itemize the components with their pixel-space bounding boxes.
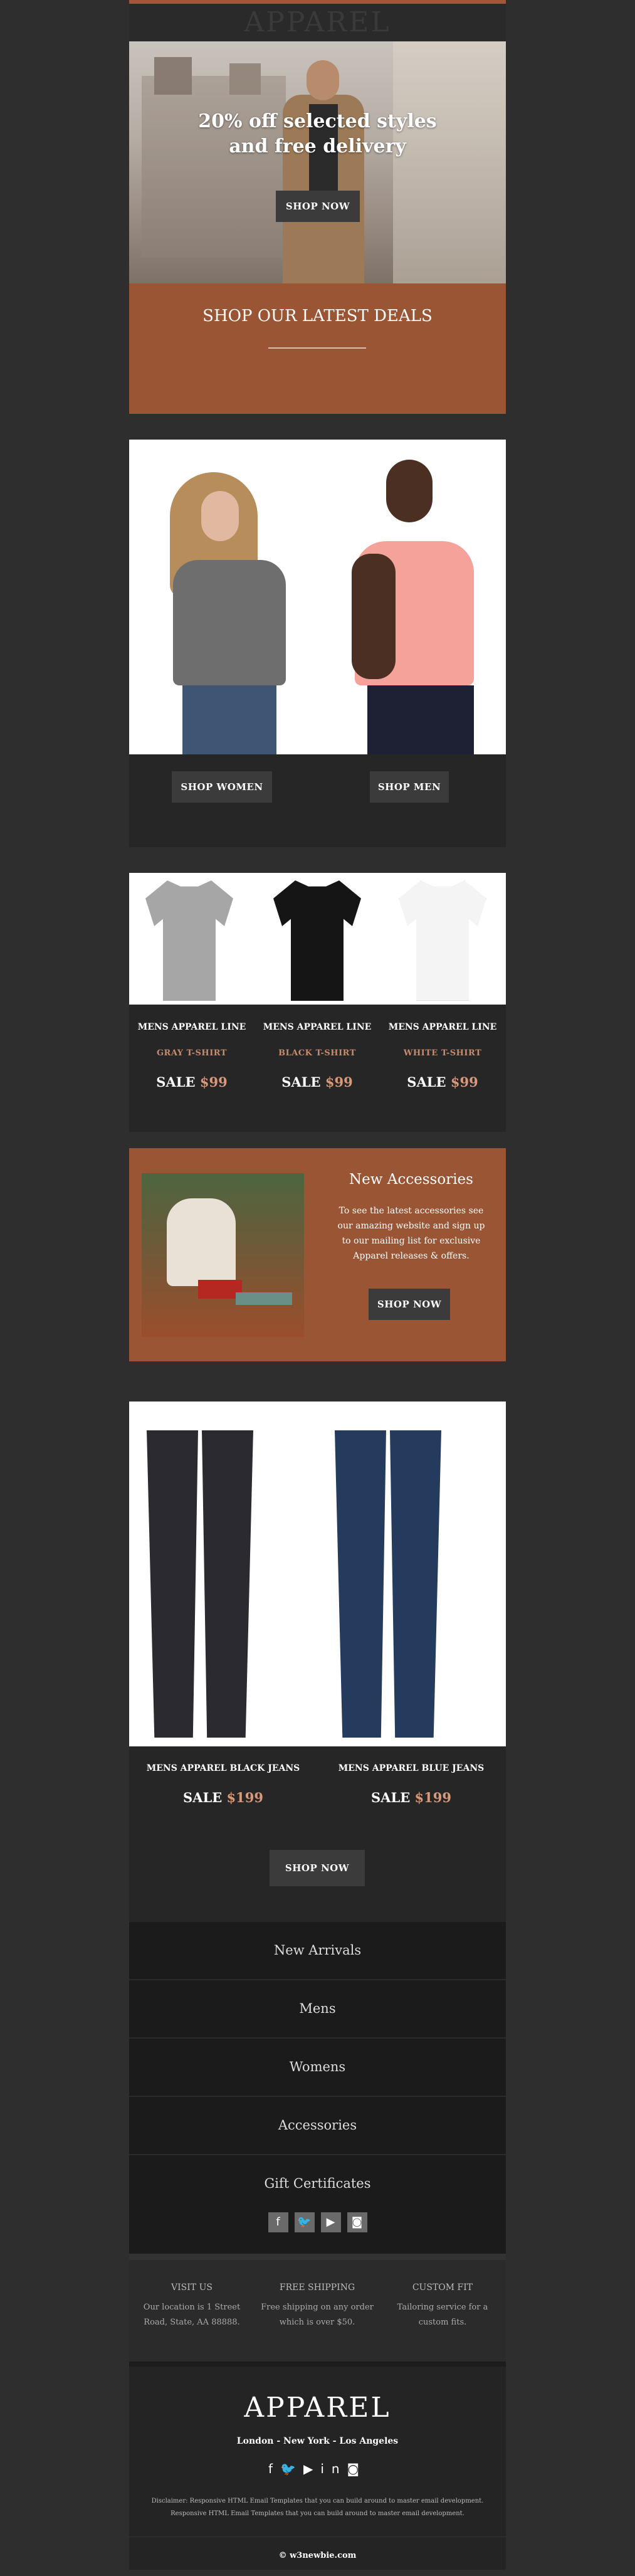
models-image: [129, 440, 506, 754]
twitter-icon[interactable]: 🐦: [280, 2461, 303, 2476]
footer: APPAREL London - New York - Los Angeles …: [129, 2362, 506, 2570]
hero-headline-line-2: and free delivery: [229, 135, 406, 157]
product-price: SALE $99: [407, 1074, 478, 1090]
nav-link-accessories[interactable]: Accessories: [129, 2097, 506, 2155]
footer-disclaimer: Disclaimer: Responsive HTML Email Templa…: [151, 2498, 484, 2517]
deals-divider: [268, 347, 366, 349]
tshirt-card: MENS APPAREL LINE BLACK T-SHIRT SALE $99: [255, 1022, 380, 1090]
jeans-info: MENS APPAREL BLACK JEANS SALE $199 MENS …: [129, 1746, 506, 1922]
instagram-icon[interactable]: ◙: [347, 2461, 367, 2476]
twitter-icon[interactable]: 🐦: [294, 2212, 315, 2232]
blue-jeans-image[interactable]: [328, 1412, 460, 1738]
info-text: Our location is 1 Street Road, State, AA…: [143, 2303, 241, 2327]
footer-nav: New Arrivals Mens Womens Accessories Gif…: [129, 1922, 506, 2254]
men-model-image[interactable]: [336, 447, 486, 754]
social-links: f 🐦 ▶ ◙: [129, 2212, 506, 2254]
accessories-body: To see the latest accessories see our am…: [337, 1206, 485, 1261]
hero-headline: 20% off selected styles and free deliver…: [129, 109, 506, 159]
product-price: SALE $99: [156, 1074, 228, 1090]
tshirt-card: MENS APPAREL LINE WHITE T-SHIRT SALE $99: [380, 1022, 505, 1090]
jeans-card: MENS APPAREL BLUE JEANS SALE $199: [320, 1763, 502, 1805]
info-heading: CUSTOM FIT: [412, 2283, 473, 2293]
gray-tshirt-image[interactable]: [132, 880, 247, 1001]
deals-title: SHOP OUR LATEST DEALS: [202, 307, 433, 325]
info-text: Tailoring service for a custom fits.: [397, 2303, 488, 2327]
product-line: MENS APPAREL LINE: [137, 1022, 246, 1032]
tshirt-card: MENS APPAREL LINE GRAY T-SHIRT SALE $99: [129, 1022, 255, 1090]
tshirts-images: [129, 873, 506, 1005]
email-container: APPAREL 20% off selected styles and free…: [129, 0, 506, 2570]
product-name[interactable]: MENS APPAREL BLUE JEANS: [320, 1763, 502, 1773]
product-name[interactable]: GRAY T-SHIRT: [129, 1048, 255, 1058]
accessories-title: New Accessories: [349, 1171, 473, 1188]
youtube-icon[interactable]: ▶: [320, 2212, 341, 2232]
product-name[interactable]: BLACK T-SHIRT: [255, 1048, 380, 1058]
hero-background-image: [393, 41, 506, 283]
white-tshirt-image[interactable]: [385, 880, 500, 1001]
accessories-image[interactable]: [142, 1173, 304, 1337]
youtube-icon[interactable]: ▶: [303, 2461, 320, 2476]
product-name[interactable]: MENS APPAREL BLACK JEANS: [132, 1763, 314, 1773]
hero-shop-now-button[interactable]: SHOP NOW: [276, 191, 360, 222]
facebook-icon[interactable]: f: [268, 2461, 280, 2476]
accessories-shop-now-button[interactable]: SHOP NOW: [369, 1289, 450, 1320]
product-line: MENS APPAREL LINE: [263, 1022, 372, 1032]
info-visit-us: VISIT US Our location is 1 Street Road, …: [135, 2283, 248, 2330]
info-columns: VISIT US Our location is 1 Street Road, …: [129, 2254, 506, 2362]
nav-link-new-arrivals[interactable]: New Arrivals: [129, 1922, 506, 1980]
info-heading: VISIT US: [171, 2283, 213, 2293]
nav-link-womens[interactable]: Womens: [129, 2039, 506, 2097]
jeans-shop-now-button[interactable]: SHOP NOW: [270, 1850, 365, 1886]
jeans-card: MENS APPAREL BLACK JEANS SALE $199: [132, 1763, 314, 1805]
model-buttons-row: SHOP WOMEN SHOP MEN: [129, 754, 506, 847]
linkedin-icon[interactable]: in: [320, 2461, 347, 2476]
jeans-images: [129, 1401, 506, 1746]
info-free-shipping: FREE SHIPPING Free shipping on any order…: [261, 2283, 374, 2330]
facebook-icon[interactable]: f: [268, 2212, 288, 2232]
hero-building-image: [142, 57, 286, 258]
black-tshirt-image[interactable]: [260, 880, 375, 1001]
info-text: Free shipping on any order which is over…: [261, 2303, 374, 2327]
hero-headline-line-1: 20% off selected styles: [198, 110, 437, 132]
hero-model-image: [270, 60, 377, 283]
footer-copyright[interactable]: © w3newbie.com: [129, 2536, 506, 2560]
accessories-section: New Accessories To see the latest access…: [129, 1148, 506, 1361]
product-price: SALE $99: [281, 1074, 353, 1090]
instagram-icon[interactable]: ◙: [347, 2212, 367, 2232]
footer-logo[interactable]: APPAREL: [129, 2367, 506, 2424]
black-jeans-image[interactable]: [140, 1412, 272, 1738]
product-price: SALE $199: [183, 1790, 263, 1805]
info-heading: FREE SHIPPING: [279, 2283, 355, 2293]
nav-link-gift-certificates[interactable]: Gift Certificates: [129, 2155, 506, 2212]
footer-social-icons: f🐦▶in◙: [129, 2461, 506, 2476]
product-line: MENS APPAREL LINE: [388, 1022, 497, 1032]
hero-banner: 20% off selected styles and free deliver…: [129, 41, 506, 283]
nav-link-mens[interactable]: Mens: [129, 1980, 506, 2039]
product-name[interactable]: WHITE T-SHIRT: [380, 1048, 505, 1058]
shop-men-button[interactable]: SHOP MEN: [370, 771, 449, 803]
shop-women-button[interactable]: SHOP WOMEN: [172, 771, 272, 803]
product-price: SALE $199: [371, 1790, 451, 1805]
deals-banner: SHOP OUR LATEST DEALS: [129, 283, 506, 414]
info-custom-fit: CUSTOM FIT Tailoring service for a custo…: [386, 2283, 499, 2330]
women-model-image[interactable]: [148, 447, 298, 754]
header-logo[interactable]: APPAREL: [129, 4, 506, 41]
tshirts-info: MENS APPAREL LINE GRAY T-SHIRT SALE $99 …: [129, 1005, 506, 1132]
footer-cities: London - New York - Los Angeles: [236, 2436, 399, 2446]
